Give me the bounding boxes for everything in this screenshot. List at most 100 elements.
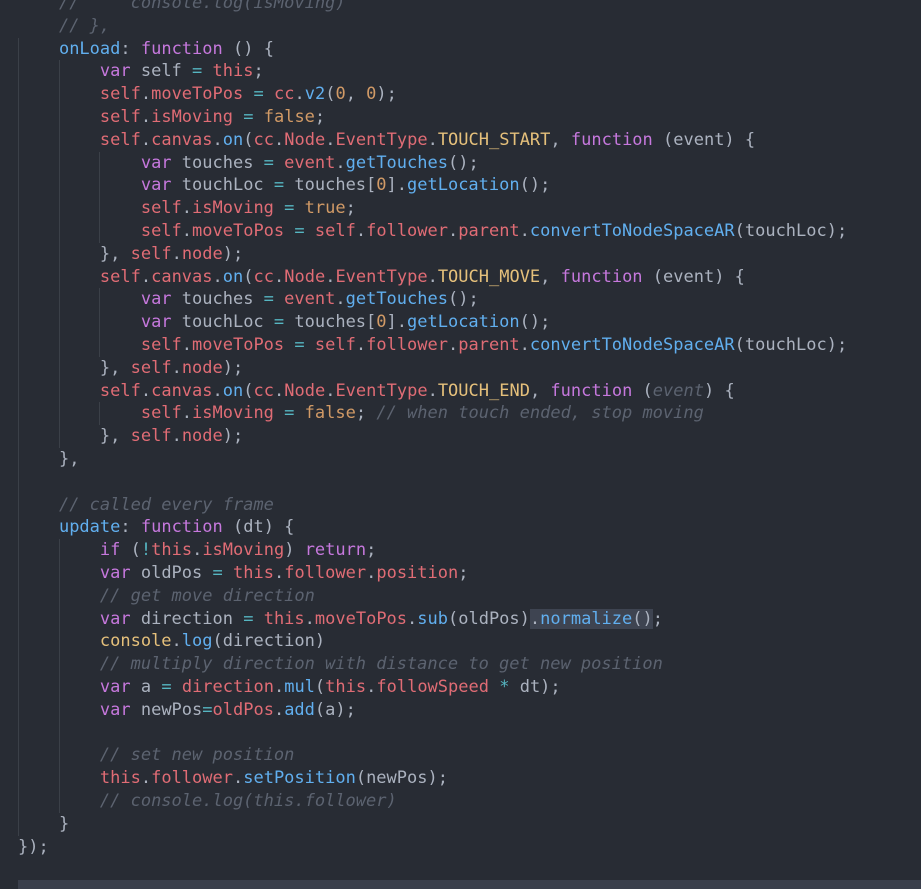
punctuation-token: touchLoc [171, 175, 274, 196]
code-line[interactable]: var direction = this.moveToPos.sub(oldPo… [18, 608, 663, 631]
code-line[interactable]: var touchLoc = touches[0].getLocation(); [18, 174, 551, 197]
punctuation-token: . [427, 266, 438, 287]
punctuation-token: newPos [130, 699, 203, 720]
punctuation-token: (); [519, 175, 551, 196]
code-line[interactable]: update: function (dt) { [18, 516, 294, 539]
function-token: setPosition [243, 768, 356, 789]
horizontal-scrollbar[interactable] [18, 880, 921, 889]
punctuation-token: . [171, 631, 182, 652]
code-line[interactable]: this.follower.setPosition(newPos); [18, 767, 448, 790]
indentation [18, 654, 100, 674]
code-line[interactable]: // set new position [18, 744, 294, 767]
function-token: getTouches [345, 289, 448, 310]
identifier-token: self [130, 357, 172, 378]
function-token: on [222, 266, 244, 287]
code-line[interactable]: }); [18, 836, 49, 859]
punctuation-token [489, 677, 499, 697]
identifier-token: self [130, 243, 172, 264]
identifier-token: self [314, 335, 356, 355]
punctuation-token: touches[ [284, 175, 377, 196]
operator-token: = [202, 699, 213, 720]
code-line[interactable]: self.isMoving = false; [18, 106, 325, 129]
selected-token: . [529, 608, 541, 629]
code-line[interactable]: }, self.node); [18, 425, 243, 448]
keyword-token: var [140, 289, 172, 310]
punctuation-token: touches [171, 152, 264, 173]
punctuation-token: . [427, 380, 438, 401]
code-line[interactable]: self.canvas.on(cc.Node.EventType.TOUCH_M… [18, 266, 745, 289]
code-line[interactable]: var touches = event.getTouches(); [18, 152, 479, 175]
indentation [18, 107, 100, 127]
punctuation-token: . [407, 608, 418, 629]
comment-token: // }, [58, 15, 111, 36]
code-line[interactable]: // called every frame [18, 494, 274, 517]
operator-token: = [294, 221, 305, 241]
indentation [18, 677, 100, 697]
code-line[interactable]: // console.log(this.follower) [18, 790, 397, 813]
identifier-token: Node [284, 380, 326, 401]
punctuation-token: (dt) { [222, 517, 295, 538]
code-line[interactable]: self.moveToPos = self.follower.parent.co… [18, 220, 847, 243]
function-token: v2 [304, 84, 326, 105]
identifier-token: moveToPos [192, 221, 285, 241]
punctuation-token: . [171, 243, 182, 264]
code-line[interactable]: // }, [18, 15, 110, 38]
indentation [18, 312, 141, 332]
code-line[interactable]: self.moveToPos = self.follower.parent.co… [18, 334, 847, 357]
punctuation-token: . [355, 221, 367, 241]
code-line[interactable]: var touches = event.getTouches(); [18, 288, 479, 311]
punctuation-token: } [58, 813, 70, 834]
indentation [18, 221, 141, 241]
identifier-token: canvas [151, 129, 213, 150]
punctuation-token: ); [376, 84, 397, 105]
identifier-token: event [284, 289, 336, 310]
punctuation-token: dt); [509, 677, 561, 697]
punctuation-token: . [273, 563, 285, 583]
punctuation-token: . [273, 129, 285, 150]
identifier-token: isMoving [192, 403, 274, 424]
punctuation-token: }); [18, 836, 49, 857]
code-line[interactable]: var oldPos = this.follower.position; [18, 562, 469, 585]
code-line[interactable]: }, [18, 448, 79, 471]
constant-token: TOUCH_START [437, 129, 551, 150]
punctuation-token: ( [325, 84, 336, 105]
punctuation-token: . [212, 129, 223, 150]
code-line[interactable]: // console.log(isMoving) [18, 0, 346, 15]
punctuation-token: : [120, 517, 141, 538]
identifier-token: node [181, 357, 223, 378]
code-line[interactable]: self.isMoving = true; [18, 197, 356, 220]
identifier-token: this [99, 768, 141, 789]
code-line[interactable]: // get move direction [18, 585, 315, 608]
punctuation-token: ); [222, 243, 244, 264]
code-line[interactable]: var self = this; [18, 60, 264, 83]
code-line[interactable]: onLoad: function () { [18, 38, 274, 61]
code-line[interactable]: var newPos=oldPos.add(a); [18, 699, 356, 722]
indentation [18, 814, 59, 834]
punctuation-token: . [325, 129, 336, 150]
punctuation-token: . [366, 563, 377, 583]
constant-token: TOUCH_END [437, 380, 530, 401]
keyword-token: function [140, 38, 223, 59]
code-line[interactable]: } [18, 813, 69, 836]
code-line[interactable]: self.isMoving = false; // when touch end… [18, 402, 704, 425]
code-line[interactable]: self.canvas.on(cc.Node.EventType.TOUCH_S… [18, 129, 755, 152]
identifier-token: canvas [151, 380, 213, 401]
code-line[interactable]: }, self.node); [18, 243, 243, 266]
code-line[interactable]: var a = direction.mul(this.followSpeed *… [18, 676, 561, 699]
code-line[interactable]: console.log(direction) [18, 630, 325, 653]
code-editor[interactable]: // console.log(isMoving) // }, onLoad: f… [0, 0, 921, 889]
keyword-token: var [99, 608, 131, 629]
code-line[interactable]: if (!this.isMoving) return; [18, 539, 376, 562]
code-line[interactable]: var touchLoc = touches[0].getLocation(); [18, 311, 551, 334]
punctuation-token: . [212, 380, 223, 401]
code-line[interactable]: self.canvas.on(cc.Node.EventType.TOUCH_E… [18, 380, 735, 403]
function-token: sub [417, 608, 448, 629]
punctuation-token: ( [243, 129, 254, 150]
function-token: on [222, 380, 244, 401]
comment-token: // console.log(this.follower) [99, 791, 397, 811]
code-line[interactable]: // multiply direction with distance to g… [18, 653, 663, 676]
code-line[interactable]: self.moveToPos = cc.v2(0, 0); [18, 83, 397, 106]
code-line[interactable]: }, self.node); [18, 357, 243, 380]
punctuation-token: , [345, 84, 367, 105]
punctuation-token [284, 221, 294, 241]
